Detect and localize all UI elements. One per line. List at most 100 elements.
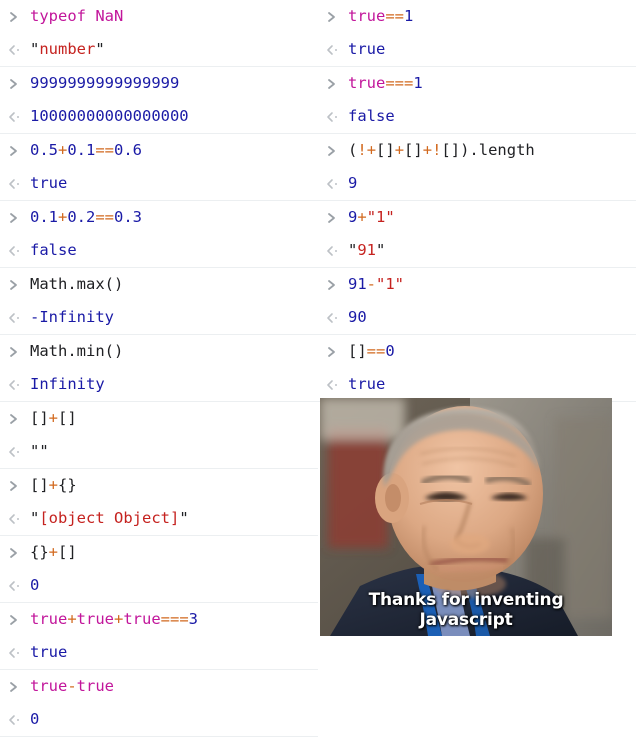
- console-input-row[interactable]: true==1: [318, 0, 636, 33]
- chevron-right-icon: [8, 681, 30, 693]
- console-entry: []+[] "": [0, 402, 318, 469]
- chevron-left-dot-icon: [8, 312, 30, 324]
- console-output-row: 9: [318, 167, 636, 200]
- chevron-left-dot-icon: [8, 580, 30, 592]
- chevron-right-icon: [8, 11, 30, 23]
- console-output-value: 9: [348, 173, 358, 192]
- chevron-right-icon: [326, 212, 348, 224]
- console-input-expression: true==1: [348, 6, 414, 25]
- chevron-right-icon: [8, 212, 30, 224]
- console-input-row[interactable]: 0.1+0.2==0.3: [0, 201, 318, 234]
- console-input-row[interactable]: Math.max(): [0, 268, 318, 301]
- chevron-right-icon: [326, 11, 348, 23]
- console-entry: true-true 0: [0, 670, 318, 737]
- chevron-left-dot-icon: [8, 178, 30, 190]
- chevron-left-dot-icon: [326, 245, 348, 257]
- console-input-row[interactable]: 91-"1": [318, 268, 636, 301]
- chevron-right-icon: [8, 413, 30, 425]
- console-entry: Math.max() -Infinity: [0, 268, 318, 335]
- console-input-expression: typeof NaN: [30, 6, 124, 25]
- console-output-value: 10000000000000000: [30, 106, 189, 125]
- console-input-row[interactable]: []+[]: [0, 402, 318, 435]
- console-output-value: Infinity: [30, 374, 105, 393]
- chevron-left-dot-icon: [8, 714, 30, 726]
- console-input-expression: []+[]: [30, 408, 77, 427]
- console-output-value: 0: [30, 575, 40, 594]
- console-input-row[interactable]: 9999999999999999: [0, 67, 318, 100]
- console-output-value: "91": [348, 240, 386, 259]
- console-output-value: "number": [30, 39, 105, 58]
- console-entry: 9+"1" "91": [318, 201, 636, 268]
- chevron-left-dot-icon: [8, 513, 30, 525]
- console-output-row: "": [0, 435, 318, 468]
- console-entry: true+true+true===3 true: [0, 603, 318, 670]
- console-entry: typeof NaN "number": [0, 0, 318, 67]
- console-input-expression: true===1: [348, 73, 423, 92]
- console-output-value: "[object Object]": [30, 508, 189, 527]
- console-output-value: false: [30, 240, 77, 259]
- console-input-expression: 0.1+0.2==0.3: [30, 207, 143, 226]
- console-entry: 9999999999999999 10000000000000000: [0, 67, 318, 134]
- console-entry: true===1 false: [318, 67, 636, 134]
- chevron-left-dot-icon: [8, 111, 30, 123]
- console-input-row[interactable]: {}+[]: [0, 536, 318, 569]
- chevron-right-icon: [326, 78, 348, 90]
- console-output-value: true: [30, 173, 68, 192]
- console-input-row[interactable]: (!+[]+[]+![]).length: [318, 134, 636, 167]
- console-output-row: 90: [318, 301, 636, 334]
- console-input-row[interactable]: true-true: [0, 670, 318, 703]
- console-input-expression: (!+[]+[]+![]).length: [348, 140, 535, 159]
- console-output-row: "number": [0, 33, 318, 66]
- console-input-expression: Math.max(): [30, 274, 124, 293]
- console-input-expression: Math.min(): [30, 341, 124, 360]
- console-output-row: true: [0, 636, 318, 669]
- console-output-row: false: [0, 234, 318, 267]
- console-input-row[interactable]: true===1: [318, 67, 636, 100]
- chevron-left-dot-icon: [326, 312, 348, 324]
- console-input-row[interactable]: 9+"1": [318, 201, 636, 234]
- meme-caption: Thanks for inventing Javascript: [368, 590, 564, 630]
- console-input-expression: {}+[]: [30, 542, 77, 561]
- console-entry: []==0 true: [318, 335, 636, 402]
- console-input-expression: []+{}: [30, 475, 77, 494]
- chevron-right-icon: [8, 480, 30, 492]
- console-input-expression: 9999999999999999: [30, 73, 180, 92]
- console-input-expression: 0.5+0.1==0.6: [30, 140, 143, 159]
- chevron-right-icon: [8, 547, 30, 559]
- console-output-row: "[object Object]": [0, 502, 318, 535]
- console-output-row: -Infinity: [0, 301, 318, 334]
- console-output-row: true: [318, 33, 636, 66]
- console-output-row: true: [318, 368, 636, 401]
- console-input-expression: 91-"1": [348, 274, 405, 293]
- console-input-row[interactable]: typeof NaN: [0, 0, 318, 33]
- console-entry: (!+[]+[]+![]).length 9: [318, 134, 636, 201]
- console-input-expression: true-true: [30, 676, 114, 695]
- console-output-row: 10000000000000000: [0, 100, 318, 133]
- console-input-expression: true+true+true===3: [30, 609, 199, 628]
- chevron-right-icon: [8, 78, 30, 90]
- chevron-left-dot-icon: [326, 178, 348, 190]
- console-input-row[interactable]: []+{}: [0, 469, 318, 502]
- console-output-value: false: [348, 106, 395, 125]
- console-entry: Math.min() Infinity: [0, 335, 318, 402]
- console-output-row: Infinity: [0, 368, 318, 401]
- console-output-row: 0: [0, 703, 318, 736]
- chevron-left-dot-icon: [326, 111, 348, 123]
- chevron-right-icon: [326, 279, 348, 291]
- chevron-right-icon: [326, 346, 348, 358]
- console-entry: true==1 true: [318, 0, 636, 67]
- console-output-value: true: [30, 642, 68, 661]
- console-output-value: -Infinity: [30, 307, 114, 326]
- console-input-expression: []==0: [348, 341, 395, 360]
- console-input-row[interactable]: []==0: [318, 335, 636, 368]
- console-input-row[interactable]: 0.5+0.1==0.6: [0, 134, 318, 167]
- console-entry: {}+[] 0: [0, 536, 318, 603]
- console-output-value: true: [348, 39, 386, 58]
- chevron-right-icon: [326, 145, 348, 157]
- console-input-row[interactable]: true+true+true===3: [0, 603, 318, 636]
- console-input-row[interactable]: Math.min(): [0, 335, 318, 368]
- meme-image: Thanks for inventing Javascript: [320, 398, 612, 636]
- chevron-left-dot-icon: [8, 647, 30, 659]
- console-entry: 91-"1" 90: [318, 268, 636, 335]
- chevron-right-icon: [8, 614, 30, 626]
